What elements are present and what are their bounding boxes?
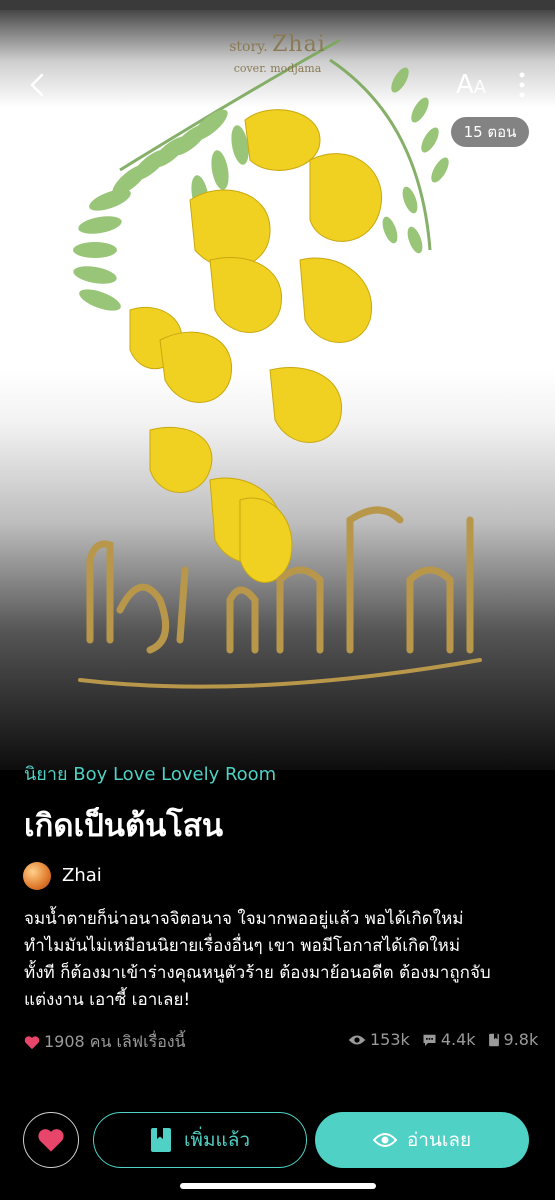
added-to-library-button[interactable]: เพิ่มแล้ว [93, 1112, 307, 1168]
genre-link[interactable]: นิยาย Boy Love Lovely Room [24, 759, 276, 788]
bookmarks-stat: 9.8k [488, 1030, 539, 1049]
author-name[interactable]: Zhai [62, 865, 102, 886]
more-icon[interactable] [512, 70, 532, 100]
comment-icon [423, 1034, 436, 1046]
home-indicator[interactable] [180, 1183, 376, 1189]
bookmark-icon [150, 1128, 171, 1152]
author-avatar[interactable] [23, 862, 51, 890]
views-count: 153k [370, 1030, 410, 1049]
comments-count: 4.4k [440, 1030, 476, 1049]
cover-story-credit: story. Zhai [229, 32, 326, 57]
love-button[interactable] [23, 1112, 79, 1168]
likes-count: 1908 คน เลิฟเรื่องนี้ [24, 1030, 186, 1055]
eye-icon [372, 1133, 397, 1147]
heart-icon [24, 1036, 40, 1050]
episodes-badge: 15 ตอน [451, 117, 529, 147]
cover-image: story. Zhai cover. modjama AA 15 ตอน [0, 0, 555, 770]
synopsis-text: จมน้ำตายก็น่าอนาจจิตอนาจ ใจมากพออยู่แล้ว… [24, 909, 491, 1010]
cover-artwork [73, 38, 482, 689]
added-label: เพิ่มแล้ว [183, 1129, 251, 1151]
back-icon[interactable] [22, 68, 56, 102]
views-stat: 153k [348, 1030, 410, 1049]
heart-icon [38, 1129, 64, 1152]
likes-text: 1908 คน เลิฟเรื่องนี้ [44, 1032, 186, 1051]
font-size-icon[interactable]: AA [456, 70, 486, 100]
stats-row: 153k 4.4k 9.8k [348, 1030, 538, 1049]
read-now-button[interactable]: อ่านเลย [315, 1112, 529, 1168]
book-icon [488, 1033, 499, 1046]
comments-stat: 4.4k [422, 1030, 476, 1049]
bookmarks-count: 9.8k [503, 1030, 539, 1049]
read-label: อ่านเลย [406, 1129, 472, 1151]
eye-icon [348, 1035, 366, 1044]
novel-title: เกิดเป็นต้นโสน [24, 808, 224, 844]
